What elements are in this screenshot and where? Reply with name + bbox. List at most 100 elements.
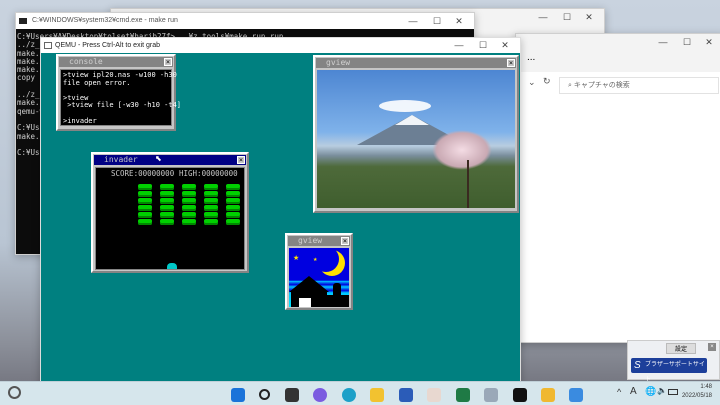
word-icon[interactable] — [398, 387, 413, 402]
brother-widget[interactable]: 設定 × S ブラザーサポートサイト — [627, 340, 720, 383]
explorer-window[interactable]: — ☐ ✕ ... ⌄ ↻ ⌕ キャプチャの検索 — [515, 33, 720, 343]
invader-alien — [138, 191, 152, 197]
output-line: >tview file [-w30 -h10 -t4] — [63, 101, 182, 110]
cmd-title-bar[interactable]: C:¥WINDOWS¥system32¥cmd.exe - make run —… — [16, 13, 474, 29]
invader-alien — [138, 198, 152, 204]
maximize-button[interactable]: ☐ — [426, 13, 448, 29]
maximize-button[interactable]: ☐ — [556, 9, 578, 25]
more-button[interactable]: ... — [527, 52, 535, 63]
photos-icon[interactable] — [540, 387, 555, 402]
close-button[interactable]: ✕ — [448, 13, 470, 29]
game-screen[interactable]: SCORE:00000000 HIGH:00000000 — [95, 167, 245, 270]
invader-alien — [182, 191, 196, 197]
invader-alien — [182, 212, 196, 218]
volume-icon[interactable]: 🔈 — [657, 386, 667, 395]
invader-alien — [204, 212, 218, 218]
high-score-label: HIGH:00000000 — [179, 169, 238, 178]
console-window[interactable]: console × >tview ipl20.nas -w100 -h30 file… — [56, 54, 182, 131]
battery-icon[interactable] — [668, 389, 678, 395]
star-icon: ★ — [313, 257, 318, 263]
chevron-up-icon[interactable]: ^ — [617, 387, 621, 397]
invader-formation — [134, 184, 244, 226]
widgets-icon[interactable] — [8, 386, 21, 399]
qemu-window[interactable]: QEMU - Press Ctrl-Alt to exit grab — ☐ ✕… — [40, 37, 521, 387]
invader-alien — [204, 184, 218, 190]
invader-window[interactable]: invader × SCORE:00000000 HIGH:00000000 — [91, 152, 249, 273]
task-view-icon[interactable] — [284, 387, 299, 402]
terminal-icon[interactable] — [512, 387, 527, 402]
close-icon[interactable]: × — [507, 59, 515, 67]
maximize-button[interactable]: ☐ — [676, 34, 698, 50]
close-icon[interactable]: × — [341, 237, 349, 245]
edge-icon[interactable] — [341, 387, 356, 402]
close-button[interactable]: ✕ — [698, 34, 720, 50]
invader-alien — [160, 219, 174, 225]
invader-alien — [226, 205, 240, 211]
player-ship — [167, 263, 177, 269]
gview-title-bar[interactable]: gview × — [316, 58, 516, 68]
mount-fuji-photo — [317, 70, 515, 208]
close-icon[interactable]: × — [237, 156, 245, 164]
chevron-down-icon[interactable]: ⌄ — [528, 77, 536, 88]
taskbar: ^ A 🌐 🔈 1:48 2022/05/18 — [0, 381, 720, 405]
search-icon[interactable] — [259, 389, 271, 401]
brother-logo-icon: S — [634, 360, 641, 371]
chat-icon[interactable] — [313, 387, 328, 402]
qemu-title-bar[interactable]: QEMU - Press Ctrl-Alt to exit grab — ☐ ✕ — [41, 38, 520, 53]
invader-alien — [182, 219, 196, 225]
invader-alien — [226, 212, 240, 218]
qemu-icon[interactable] — [484, 387, 499, 402]
invader-alien — [160, 184, 174, 190]
invader-alien — [204, 205, 218, 211]
settings-button[interactable]: 設定 — [666, 343, 697, 354]
excel-icon[interactable] — [455, 387, 470, 402]
invader-title-bar[interactable]: invader × — [94, 155, 246, 165]
cmd-icon — [19, 18, 27, 24]
minimize-button[interactable]: — — [402, 13, 424, 29]
invader-alien — [160, 212, 174, 218]
bird-app-icon[interactable] — [427, 387, 442, 402]
minimize-button[interactable]: — — [652, 34, 674, 50]
close-icon[interactable]: × — [164, 58, 172, 66]
invader-alien — [138, 219, 152, 225]
file-explorer-icon[interactable] — [370, 387, 385, 402]
close-button[interactable]: ✕ — [494, 38, 516, 53]
invader-alien — [204, 191, 218, 197]
invader-alien — [160, 198, 174, 204]
search-input[interactable]: ⌕ キャプチャの検索 — [559, 77, 719, 94]
score-label: SCORE:00000000 — [111, 169, 175, 178]
minimize-button[interactable]: — — [532, 9, 554, 25]
mouse-cursor-icon: ⬉ — [155, 154, 162, 163]
refresh-icon[interactable]: ↻ — [543, 76, 551, 87]
maximize-button[interactable]: ☐ — [472, 38, 494, 53]
start-icon[interactable] — [231, 387, 245, 402]
ime-indicator[interactable]: A — [630, 386, 637, 397]
night-moon-picture: ★ ★ — [289, 248, 349, 307]
invader-alien — [226, 191, 240, 197]
invader-alien — [160, 205, 174, 211]
output-line: file open error. — [63, 78, 131, 87]
invader-alien — [204, 219, 218, 225]
gview-title-bar[interactable]: gview × — [288, 236, 350, 246]
gview-window-large[interactable]: gview × — [313, 55, 519, 213]
close-button[interactable]: ✕ — [578, 9, 600, 25]
invader-alien — [160, 191, 174, 197]
clock-date[interactable]: 2022/05/18 — [682, 393, 712, 399]
invader-alien — [226, 184, 240, 190]
invader-alien — [226, 219, 240, 225]
close-icon[interactable]: × — [708, 343, 716, 351]
invader-alien — [182, 184, 196, 190]
network-icon[interactable]: 🌐 — [645, 386, 656, 397]
gview-window-small[interactable]: gview × ★ ★ — [285, 233, 353, 310]
star-icon: ★ — [293, 255, 300, 262]
qemu-icon — [44, 42, 52, 49]
minimize-button[interactable]: — — [448, 38, 470, 53]
clock-time[interactable]: 1:48 — [700, 384, 712, 390]
invader-alien — [182, 198, 196, 204]
support-site-button[interactable]: S ブラザーサポートサイト — [631, 358, 707, 383]
invader-alien — [204, 198, 218, 204]
snipping-tool-icon[interactable] — [569, 387, 584, 402]
console-output: >tview ipl20.nas -w100 -h30 file open err… — [60, 69, 182, 126]
console-title-bar[interactable]: console × — [59, 57, 173, 67]
invader-alien — [138, 184, 152, 190]
